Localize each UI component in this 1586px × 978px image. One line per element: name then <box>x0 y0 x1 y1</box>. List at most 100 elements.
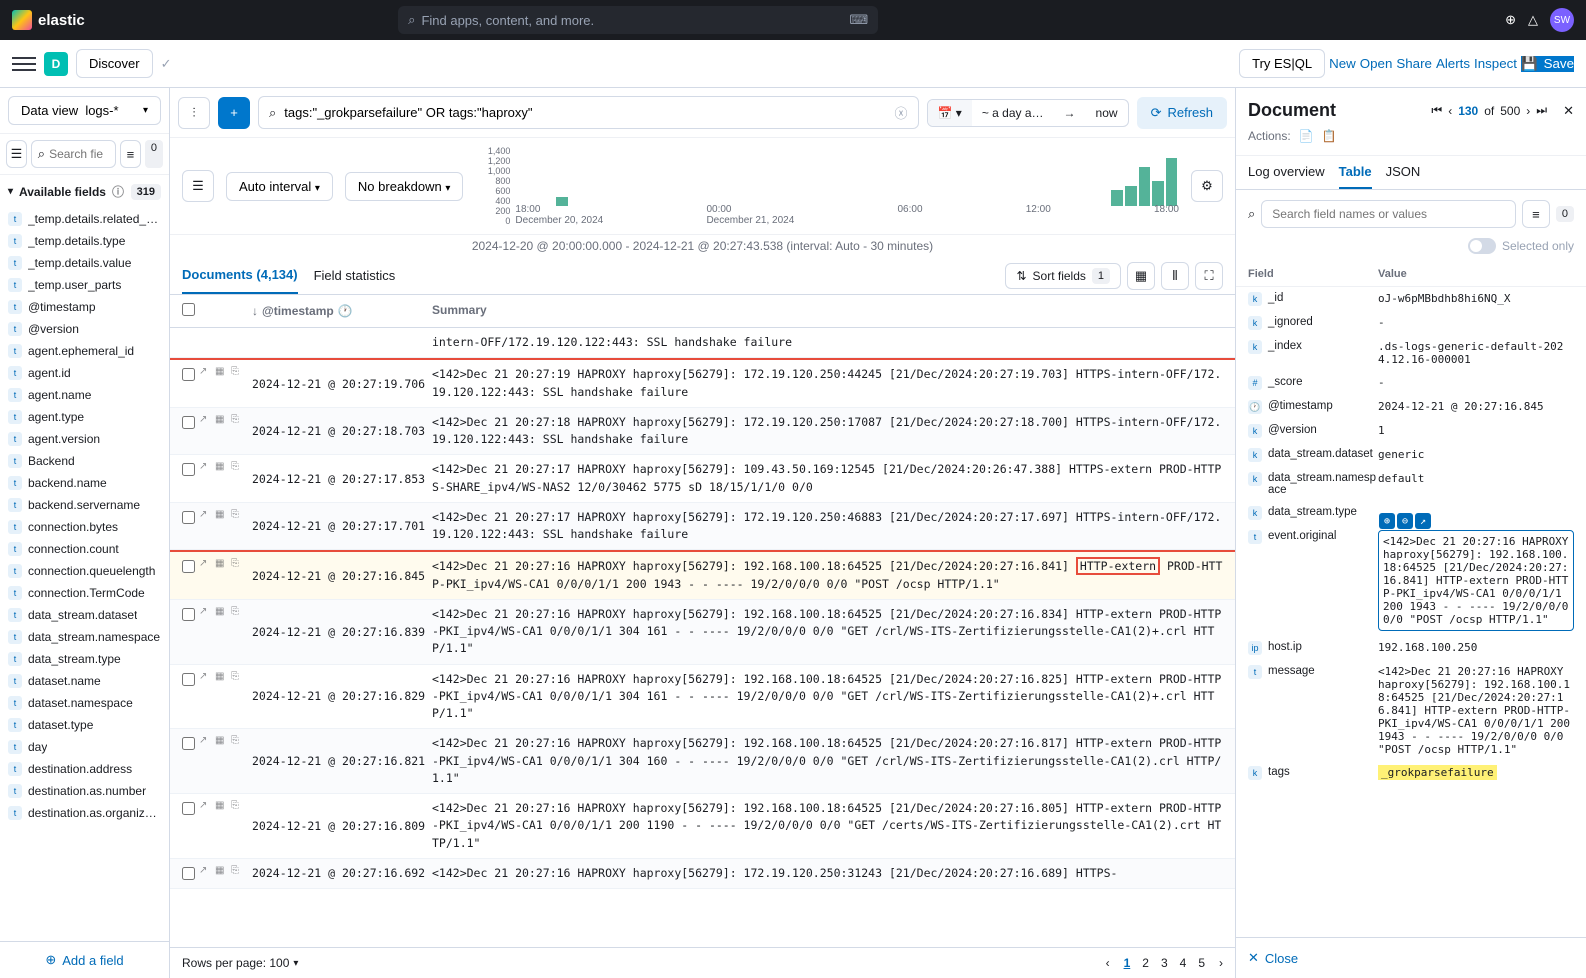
rows-per-page[interactable]: Rows per page: 100 <box>182 956 289 970</box>
sort-fields-button[interactable]: ⇅ Sort fields 1 <box>1005 263 1121 289</box>
breakdown-selector[interactable]: No breakdown ▾ <box>345 172 463 201</box>
filter-icon[interactable]: ⫶ <box>178 97 210 129</box>
expand-icon[interactable]: ↗ <box>199 558 213 572</box>
histogram-bar[interactable] <box>1139 167 1151 206</box>
field-item[interactable]: tday <box>0 736 169 758</box>
row-checkbox[interactable] <box>182 511 195 524</box>
expand-icon[interactable]: ↗ <box>199 671 213 685</box>
field-item[interactable]: tdataset.name <box>0 670 169 692</box>
clear-icon[interactable]: ⓧ <box>895 103 908 122</box>
search-fields-input[interactable] <box>49 147 109 161</box>
alerts-button[interactable]: Alerts <box>1436 56 1470 71</box>
copy-icon[interactable]: ⎘ <box>231 414 245 428</box>
field-item[interactable]: t_temp.details.related_command <box>0 208 169 230</box>
expand-icon[interactable]: ↗ <box>199 414 213 428</box>
filter-out-icon[interactable]: ⊖ <box>1397 513 1413 529</box>
query-field[interactable] <box>284 105 886 120</box>
nav-next-icon[interactable]: › <box>1526 104 1530 118</box>
select-all-checkbox[interactable] <box>182 303 195 316</box>
selected-only-toggle[interactable] <box>1468 238 1496 254</box>
next-page-icon[interactable]: › <box>1219 956 1223 970</box>
page-number[interactable]: 2 <box>1136 954 1155 972</box>
field-item[interactable]: tdataset.namespace <box>0 692 169 714</box>
field-item[interactable]: tbackend.name <box>0 472 169 494</box>
copy-icon[interactable]: ⎘ <box>231 671 245 685</box>
sort-desc-icon[interactable]: ↓ <box>252 304 258 318</box>
view-icon[interactable]: ▦ <box>215 735 229 749</box>
table-row[interactable]: ↗▦⎘2024-12-21 @ 20:27:16.821<142>Dec 21 … <box>170 729 1235 794</box>
inspect-button[interactable]: Inspect <box>1474 56 1517 71</box>
view-icon[interactable]: ▦ <box>215 865 229 879</box>
filter-for-icon[interactable]: ⊕ <box>1379 513 1395 529</box>
doc-field-row[interactable]: kdata_stream.datasetgeneric <box>1236 443 1586 467</box>
table-row[interactable]: ↗▦⎘2024-12-21 @ 20:27:18.703<142>Dec 21 … <box>170 408 1235 456</box>
field-item[interactable]: tconnection.TermCode <box>0 582 169 604</box>
field-item[interactable]: tBackend <box>0 450 169 472</box>
menu-icon[interactable] <box>12 52 36 76</box>
flyout-close-button[interactable]: ✕ Close <box>1236 937 1586 978</box>
view-icon[interactable]: ▦ <box>215 461 229 475</box>
expand-icon[interactable]: ↗ <box>199 800 213 814</box>
logo[interactable]: elastic <box>12 10 85 30</box>
calendar-icon[interactable]: 📅 ▾ <box>928 100 972 126</box>
expand-icon[interactable]: ↗ <box>199 865 213 879</box>
avatar[interactable]: SW <box>1550 8 1574 32</box>
table-row[interactable]: ↗▦⎘2024-12-21 @ 20:27:16.692<142>Dec 21 … <box>170 859 1235 889</box>
app-badge[interactable]: D <box>44 52 68 76</box>
doc-field-row[interactable]: #_score- <box>1236 371 1586 395</box>
row-checkbox[interactable] <box>182 368 195 381</box>
nav-first-icon[interactable]: ⏮ <box>1431 103 1442 118</box>
tab-field-stats[interactable]: Field statistics <box>314 258 396 293</box>
prev-page-icon[interactable]: ‹ <box>1106 956 1110 970</box>
table-row[interactable]: ↗▦⎘2024-12-21 @ 20:27:16.845<142>Dec 21 … <box>170 552 1235 600</box>
field-item[interactable]: tdestination.as.organization.name <box>0 802 169 824</box>
field-item[interactable]: tagent.type <box>0 406 169 428</box>
field-item[interactable]: tagent.ephemeral_id <box>0 340 169 362</box>
doc-search-input[interactable] <box>1261 200 1516 228</box>
copy-icon[interactable]: ⎘ <box>231 865 245 879</box>
row-checkbox[interactable] <box>182 463 195 476</box>
copy-icon[interactable]: ⎘ <box>231 735 245 749</box>
row-checkbox[interactable] <box>182 608 195 621</box>
doc-field-row[interactable]: 🕐@timestamp2024-12-21 @ 20:27:16.845 <box>1236 395 1586 419</box>
fields-panel-icon[interactable]: ☰ <box>6 140 27 168</box>
row-checkbox[interactable] <box>182 673 195 686</box>
chart-options-icon[interactable]: ⚙ <box>1191 170 1223 202</box>
view-icon[interactable]: ▦ <box>215 509 229 523</box>
tab-documents[interactable]: Documents (4,134) <box>182 257 298 294</box>
global-search[interactable]: ⌕ Find apps, content, and more. ⌨ <box>398 6 878 34</box>
nav-last-icon[interactable]: ⏭ <box>1536 103 1547 118</box>
copy-icon[interactable]: ⎘ <box>231 800 245 814</box>
field-item[interactable]: t_temp.details.type <box>0 230 169 252</box>
check-icon[interactable]: ✓ <box>161 56 172 72</box>
doc-field-row[interactable]: k@version1 <box>1236 419 1586 443</box>
close-icon[interactable]: ✕ <box>1563 103 1574 119</box>
row-checkbox[interactable] <box>182 416 195 429</box>
compass-icon[interactable]: ⊕ <box>1505 12 1516 28</box>
refresh-button[interactable]: ⟳ Refresh <box>1137 97 1227 129</box>
available-fields-header[interactable]: ▾ Available fields ⓘ 319 <box>0 175 169 208</box>
date-picker[interactable]: 📅 ▾ ~ a day a… → now <box>927 99 1129 127</box>
page-number[interactable]: 5 <box>1192 954 1211 972</box>
view-icon[interactable]: ▦ <box>215 671 229 685</box>
nav-prev-icon[interactable]: ‹ <box>1448 104 1452 118</box>
fullscreen-icon[interactable]: ⛶ <box>1195 262 1223 290</box>
share-button[interactable]: Share <box>1396 56 1432 71</box>
row-checkbox[interactable] <box>182 867 195 880</box>
histogram-bar[interactable] <box>1152 181 1164 206</box>
flyout-tab-json[interactable]: JSON <box>1386 156 1421 189</box>
expand-icon[interactable]: ↗ <box>199 509 213 523</box>
add-field-button[interactable]: ⊕ Add a field <box>0 941 169 978</box>
doc-field-row[interactable]: tevent.original⊕⊖↗<142>Dec 21 20:27:16 H… <box>1236 525 1586 636</box>
columns-icon[interactable]: ⫴ <box>1161 262 1189 290</box>
open-button[interactable]: Open <box>1360 56 1393 71</box>
copy-icon[interactable]: ⎘ <box>231 509 245 523</box>
field-item[interactable]: t@version <box>0 318 169 340</box>
field-item[interactable]: tdestination.address <box>0 758 169 780</box>
field-item[interactable]: tagent.id <box>0 362 169 384</box>
field-item[interactable]: t_temp.details.value <box>0 252 169 274</box>
copy-icon[interactable]: ⎘ <box>231 558 245 572</box>
field-item[interactable]: tconnection.queuelength <box>0 560 169 582</box>
doc-field-row[interactable]: k_idoJ-w6pMBbdhb8hi6NQ_X <box>1236 287 1586 311</box>
flyout-tab-log-overview[interactable]: Log overview <box>1248 156 1325 189</box>
